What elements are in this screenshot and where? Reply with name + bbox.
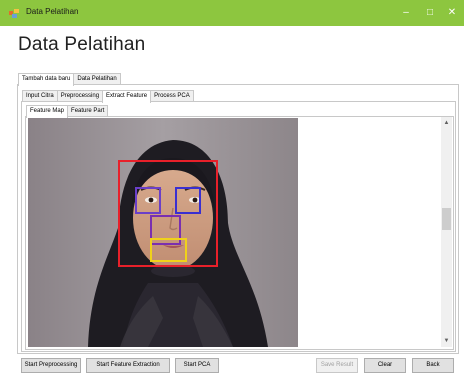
page-title: Data Pelatihan [18, 34, 146, 55]
tab-extract-feature[interactable]: Extract Feature [102, 90, 152, 103]
scroll-down-icon[interactable]: ▼ [441, 335, 452, 347]
face-photo [28, 118, 298, 347]
start-pca-button[interactable]: Start PCA [175, 358, 219, 373]
scroll-thumb[interactable] [442, 208, 451, 230]
save-result-button[interactable]: Save Result [316, 358, 358, 373]
vertical-scrollbar[interactable]: ▲ ▼ [441, 117, 452, 347]
feature-map-image [28, 118, 298, 347]
clear-button[interactable]: Clear [364, 358, 406, 373]
tab-tambah-data-baru[interactable]: Tambah data baru [18, 73, 75, 86]
start-preprocessing-button[interactable]: Start Preprocessing [21, 358, 81, 373]
back-button[interactable]: Back [412, 358, 454, 373]
tab-feature-map[interactable]: Feature Map [26, 105, 69, 118]
minimize-button[interactable]: – [398, 5, 414, 21]
close-button[interactable]: ✕ [444, 5, 460, 21]
scroll-up-icon[interactable]: ▲ [441, 117, 452, 129]
window-titlebar[interactable]: Data Pelatihan – □ ✕ [0, 0, 464, 26]
maximize-button[interactable]: □ [422, 5, 438, 21]
app-icon [9, 9, 19, 18]
start-feature-extraction-button[interactable]: Start Feature Extraction [86, 358, 170, 373]
window-title: Data Pelatihan [26, 7, 79, 16]
